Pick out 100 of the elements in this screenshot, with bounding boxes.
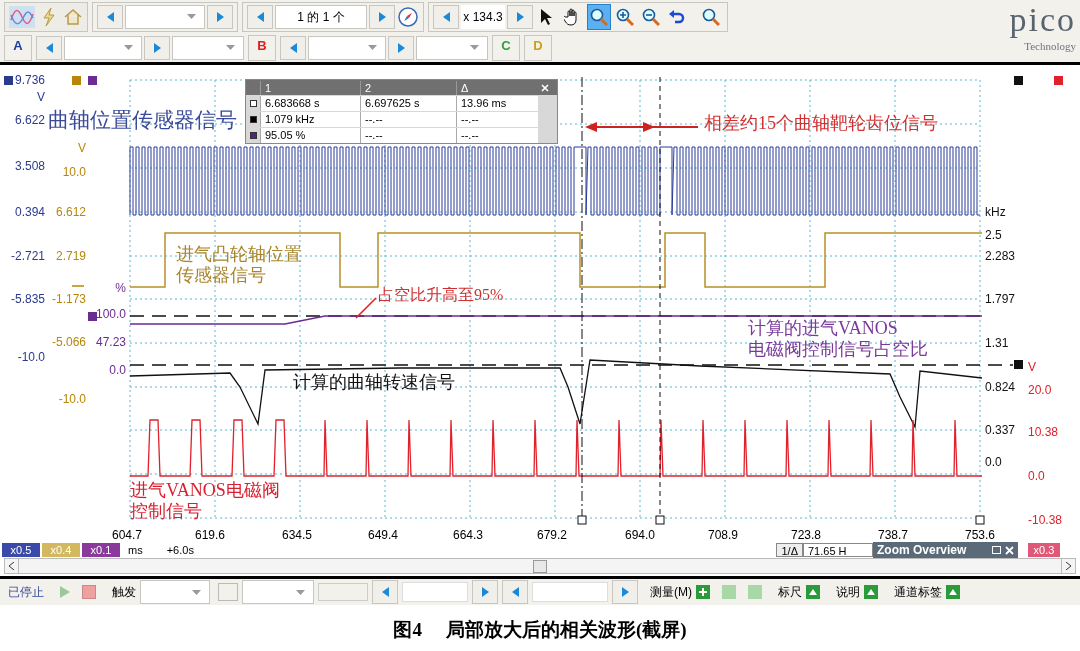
text-field[interactable] bbox=[402, 582, 468, 602]
previous-button[interactable] bbox=[372, 580, 398, 604]
scale-label: -10.0 bbox=[58, 391, 86, 407]
tool-button[interactable] bbox=[587, 3, 611, 30]
table-cell: --.-- bbox=[360, 127, 456, 143]
scale-chip[interactable]: x0.5 bbox=[2, 543, 40, 557]
scale-chip[interactable]: x0.1 bbox=[82, 543, 120, 557]
time-offset: +6.0s bbox=[166, 542, 194, 558]
dropdown[interactable] bbox=[140, 580, 210, 604]
scale-label: 0.0 bbox=[109, 362, 126, 378]
scale-label: 20.0 bbox=[1028, 382, 1052, 398]
caret-icon bbox=[124, 45, 133, 50]
close-icon[interactable] bbox=[541, 83, 549, 92]
right-arrow-icon bbox=[516, 11, 524, 22]
scale-label: V bbox=[37, 89, 45, 105]
cursor-handle[interactable] bbox=[975, 515, 985, 525]
table-cell: 95.05 % bbox=[260, 127, 360, 143]
cursor-line[interactable] bbox=[659, 76, 661, 517]
time-tick: 664.3 bbox=[453, 527, 483, 542]
scale-label: 2.5 bbox=[985, 227, 1002, 243]
scale-label: -1.173 bbox=[51, 291, 86, 307]
annotation: 曲轴位置传感器信号 bbox=[48, 108, 237, 133]
annotation: 控制信号 bbox=[130, 500, 203, 522]
next-button[interactable] bbox=[369, 4, 395, 29]
cursor-handle[interactable] bbox=[655, 515, 665, 525]
logo-tagline: Technology bbox=[1024, 40, 1076, 53]
annotation: 电磁阀控制信号占空比 bbox=[748, 338, 928, 360]
compass-icon[interactable] bbox=[397, 5, 419, 28]
next-button[interactable] bbox=[144, 35, 170, 60]
right-arrow-icon bbox=[378, 11, 386, 22]
restore-icon[interactable] bbox=[992, 546, 1001, 554]
previous-button[interactable] bbox=[502, 580, 528, 604]
figure-caption: 局部放大后的相关波形(截屏) bbox=[445, 617, 687, 642]
scale-label: 1.31 bbox=[985, 335, 1009, 351]
ruler-value: 71.65 H bbox=[803, 543, 873, 557]
dropdown[interactable] bbox=[416, 35, 488, 60]
trigger-icon[interactable] bbox=[218, 583, 238, 601]
dropdown[interactable] bbox=[125, 4, 205, 29]
next-button[interactable] bbox=[388, 35, 414, 60]
scale-label: -10.38 bbox=[1028, 512, 1063, 528]
previous-button[interactable] bbox=[280, 35, 306, 60]
scale-label: 0.337 bbox=[985, 422, 1016, 438]
channel-button[interactable]: B bbox=[248, 34, 276, 61]
measure-label: 测量(M) bbox=[650, 584, 692, 601]
home-icon[interactable] bbox=[63, 6, 83, 27]
scale-label: V bbox=[78, 140, 86, 156]
scale-label: 0.0 bbox=[985, 454, 1002, 470]
leader-line bbox=[355, 297, 377, 319]
previous-button[interactable] bbox=[247, 4, 273, 29]
annotation: 占空比升高至95% bbox=[378, 286, 504, 305]
previous-button[interactable] bbox=[433, 4, 459, 29]
dropdown[interactable] bbox=[172, 35, 244, 60]
next-button[interactable] bbox=[207, 4, 233, 29]
cursor-line[interactable] bbox=[581, 76, 583, 517]
previous-button[interactable] bbox=[36, 35, 62, 60]
add-icon[interactable] bbox=[696, 585, 710, 599]
scale-label: 0.0 bbox=[1028, 468, 1045, 484]
scale-label: 10.0 bbox=[62, 164, 86, 180]
channel-marker[interactable] bbox=[1054, 76, 1063, 85]
right-arrow-icon bbox=[216, 11, 224, 22]
toolbar-label: 标尺 bbox=[778, 584, 802, 601]
text-field[interactable] bbox=[532, 582, 608, 602]
channel-marker[interactable] bbox=[72, 76, 81, 85]
scale-chip[interactable]: x0.3 bbox=[1028, 543, 1060, 557]
caret-icon bbox=[368, 45, 377, 50]
close-icon[interactable] bbox=[1005, 545, 1014, 555]
horizontal-scrollbar[interactable] bbox=[4, 558, 1076, 574]
table-cell: --.-- bbox=[456, 127, 538, 143]
panel-title: Zoom Overview bbox=[877, 542, 967, 559]
zoom-factor: x 134.3 bbox=[461, 4, 505, 29]
scale-label: 6.612 bbox=[55, 204, 86, 220]
left-arrow-icon bbox=[381, 587, 389, 597]
previous-button[interactable] bbox=[97, 4, 123, 29]
dropdown[interactable] bbox=[242, 580, 314, 604]
annotation: 相差约15个曲轴靶轮齿位信号 bbox=[704, 113, 938, 134]
channel-button[interactable]: A bbox=[4, 34, 32, 61]
next-button[interactable] bbox=[612, 580, 638, 604]
toolbar-label: 通道标签 bbox=[894, 584, 942, 601]
left-arrow-icon bbox=[106, 11, 114, 22]
wave-icon[interactable] bbox=[9, 5, 35, 28]
left-arrow-icon bbox=[289, 42, 297, 53]
channel-marker[interactable] bbox=[1014, 76, 1023, 85]
channel-marker[interactable] bbox=[88, 76, 97, 85]
channel-button[interactable]: C bbox=[492, 34, 520, 61]
next-button[interactable] bbox=[472, 580, 498, 604]
channel-marker[interactable] bbox=[88, 312, 97, 321]
channel-button[interactable]: D bbox=[524, 34, 552, 61]
table-cell: 6.683668 s bbox=[260, 95, 360, 111]
cursor-handle[interactable] bbox=[577, 515, 587, 525]
scroll-thumb[interactable] bbox=[533, 559, 547, 573]
dropdown[interactable] bbox=[308, 35, 386, 60]
play-icon[interactable] bbox=[60, 586, 70, 598]
left-arrow-icon bbox=[256, 11, 264, 22]
channel-marker[interactable] bbox=[1014, 360, 1023, 369]
time-tick: 708.9 bbox=[708, 527, 738, 542]
time-tick: 753.6 bbox=[965, 527, 995, 542]
dropdown[interactable] bbox=[64, 35, 142, 60]
channel-marker[interactable] bbox=[4, 76, 13, 85]
zoom-overview-panel[interactable]: Zoom Overview bbox=[873, 542, 1018, 558]
left-arrow-icon bbox=[45, 42, 53, 53]
